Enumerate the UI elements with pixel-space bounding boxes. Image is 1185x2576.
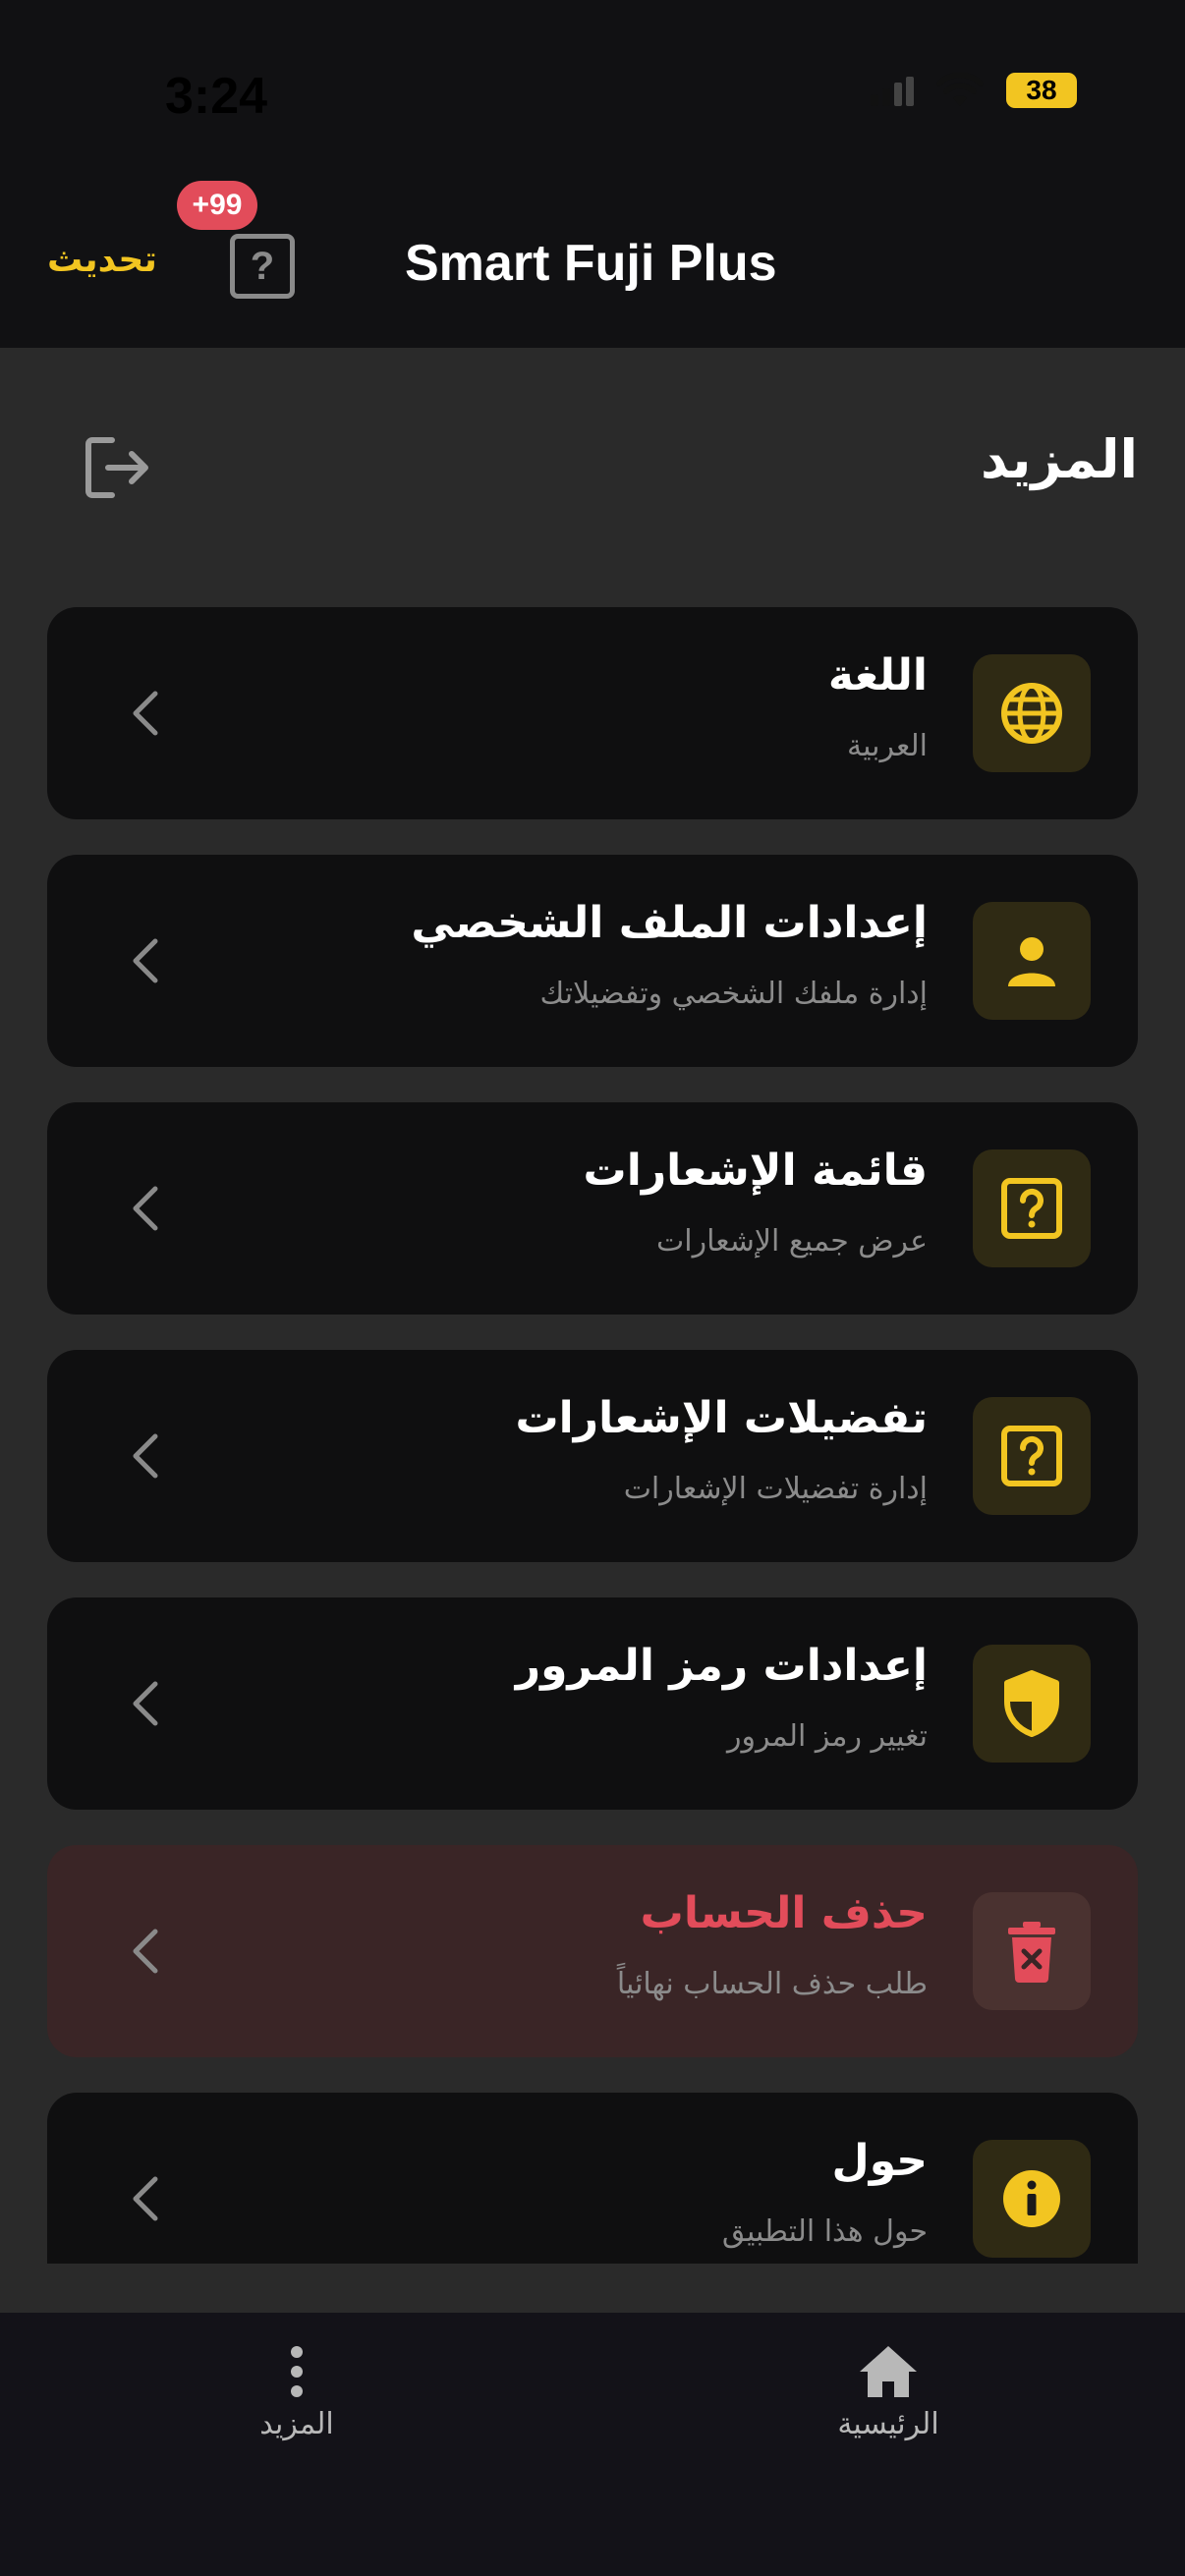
nav-label: الرئيسية [837, 2407, 939, 2441]
update-link[interactable]: تحديث [47, 240, 157, 280]
menu-item-notification-list[interactable]: قائمة الإشعارات عرض جميع الإشعارات [47, 1102, 1138, 1315]
wifi-icon [936, 73, 984, 106]
app-header: تحديث ? +99 Smart Fuji Plus [0, 181, 1185, 348]
chevron-left-icon [133, 2176, 158, 2221]
globe-icon [973, 654, 1091, 772]
menu-item-subtitle: العربية [847, 729, 928, 763]
menu-item-subtitle: طلب حذف الحساب نهائياً [616, 1967, 928, 2001]
menu-item-title: إعدادات الملف الشخصي [411, 898, 928, 948]
menu-item-language[interactable]: اللغة العربية [47, 607, 1138, 819]
menu-item-notification-preferences[interactable]: تفضيلات الإشعارات إدارة تفضيلات الإشعارا… [47, 1350, 1138, 1562]
menu-item-subtitle: حول هذا التطبيق [721, 2214, 928, 2249]
menu-item-title: تفضيلات الإشعارات [515, 1393, 928, 1443]
nav-item-home[interactable]: الرئيسية [770, 2344, 1006, 2441]
notification-badge: +99 [177, 181, 257, 230]
menu-item-title: اللغة [827, 650, 928, 700]
menu-item-subtitle: إدارة ملفك الشخصي وتفضيلاتك [539, 977, 928, 1011]
chevron-left-icon [133, 1186, 158, 1231]
logout-icon[interactable] [83, 432, 153, 503]
menu-item-subtitle: تغيير رمز المرور [726, 1719, 928, 1754]
chevron-left-icon [133, 691, 158, 736]
signal-icon [871, 75, 914, 106]
app-title: Smart Fuji Plus [405, 235, 777, 292]
chevron-left-icon [133, 1681, 158, 1726]
menu-item-about[interactable]: حول حول هذا التطبيق [47, 2093, 1138, 2264]
page-title: المزيد [980, 428, 1138, 490]
chevron-left-icon [133, 1929, 158, 1974]
help-button[interactable]: ? [230, 234, 295, 299]
menu-item-subtitle: عرض جميع الإشعارات [656, 1224, 928, 1259]
menu-item-profile-settings[interactable]: إعدادات الملف الشخصي إدارة ملفك الشخصي و… [47, 855, 1138, 1067]
menu-item-title: حول [831, 2136, 928, 2186]
bottom-nav: المزيد الرئيسية [0, 2313, 1185, 2576]
battery-indicator: 38 [1006, 73, 1077, 108]
person-icon [973, 902, 1091, 1020]
status-bar: 3:24 38 [0, 0, 1185, 196]
chevron-left-icon [133, 1433, 158, 1479]
menu-item-passcode-settings[interactable]: إعدادات رمز المرور تغيير رمز المرور [47, 1597, 1138, 1810]
more-vertical-icon [291, 2346, 303, 2397]
question-square-icon [973, 1149, 1091, 1267]
chevron-left-icon [133, 938, 158, 983]
menu-list: اللغة العربية إعدادات الملف الشخصي إدارة… [0, 589, 1185, 2264]
info-icon [973, 2140, 1091, 2258]
help-symbol: ? [250, 244, 275, 288]
nav-label: المزيد [259, 2407, 334, 2441]
question-square-icon [973, 1397, 1091, 1515]
status-indicators: 38 [871, 73, 1077, 108]
menu-item-title: إعدادات رمز المرور [515, 1641, 928, 1691]
menu-item-title: قائمة الإشعارات [583, 1146, 928, 1196]
menu-item-title: حذف الحساب [640, 1888, 928, 1938]
home-icon [860, 2346, 917, 2397]
trash-icon [973, 1892, 1091, 2010]
nav-item-more[interactable]: المزيد [179, 2344, 415, 2441]
shield-icon [973, 1645, 1091, 1763]
status-time: 3:24 [165, 68, 268, 125]
menu-item-delete-account[interactable]: حذف الحساب طلب حذف الحساب نهائياً [47, 1845, 1138, 2057]
menu-item-subtitle: إدارة تفضيلات الإشعارات [623, 1472, 928, 1506]
